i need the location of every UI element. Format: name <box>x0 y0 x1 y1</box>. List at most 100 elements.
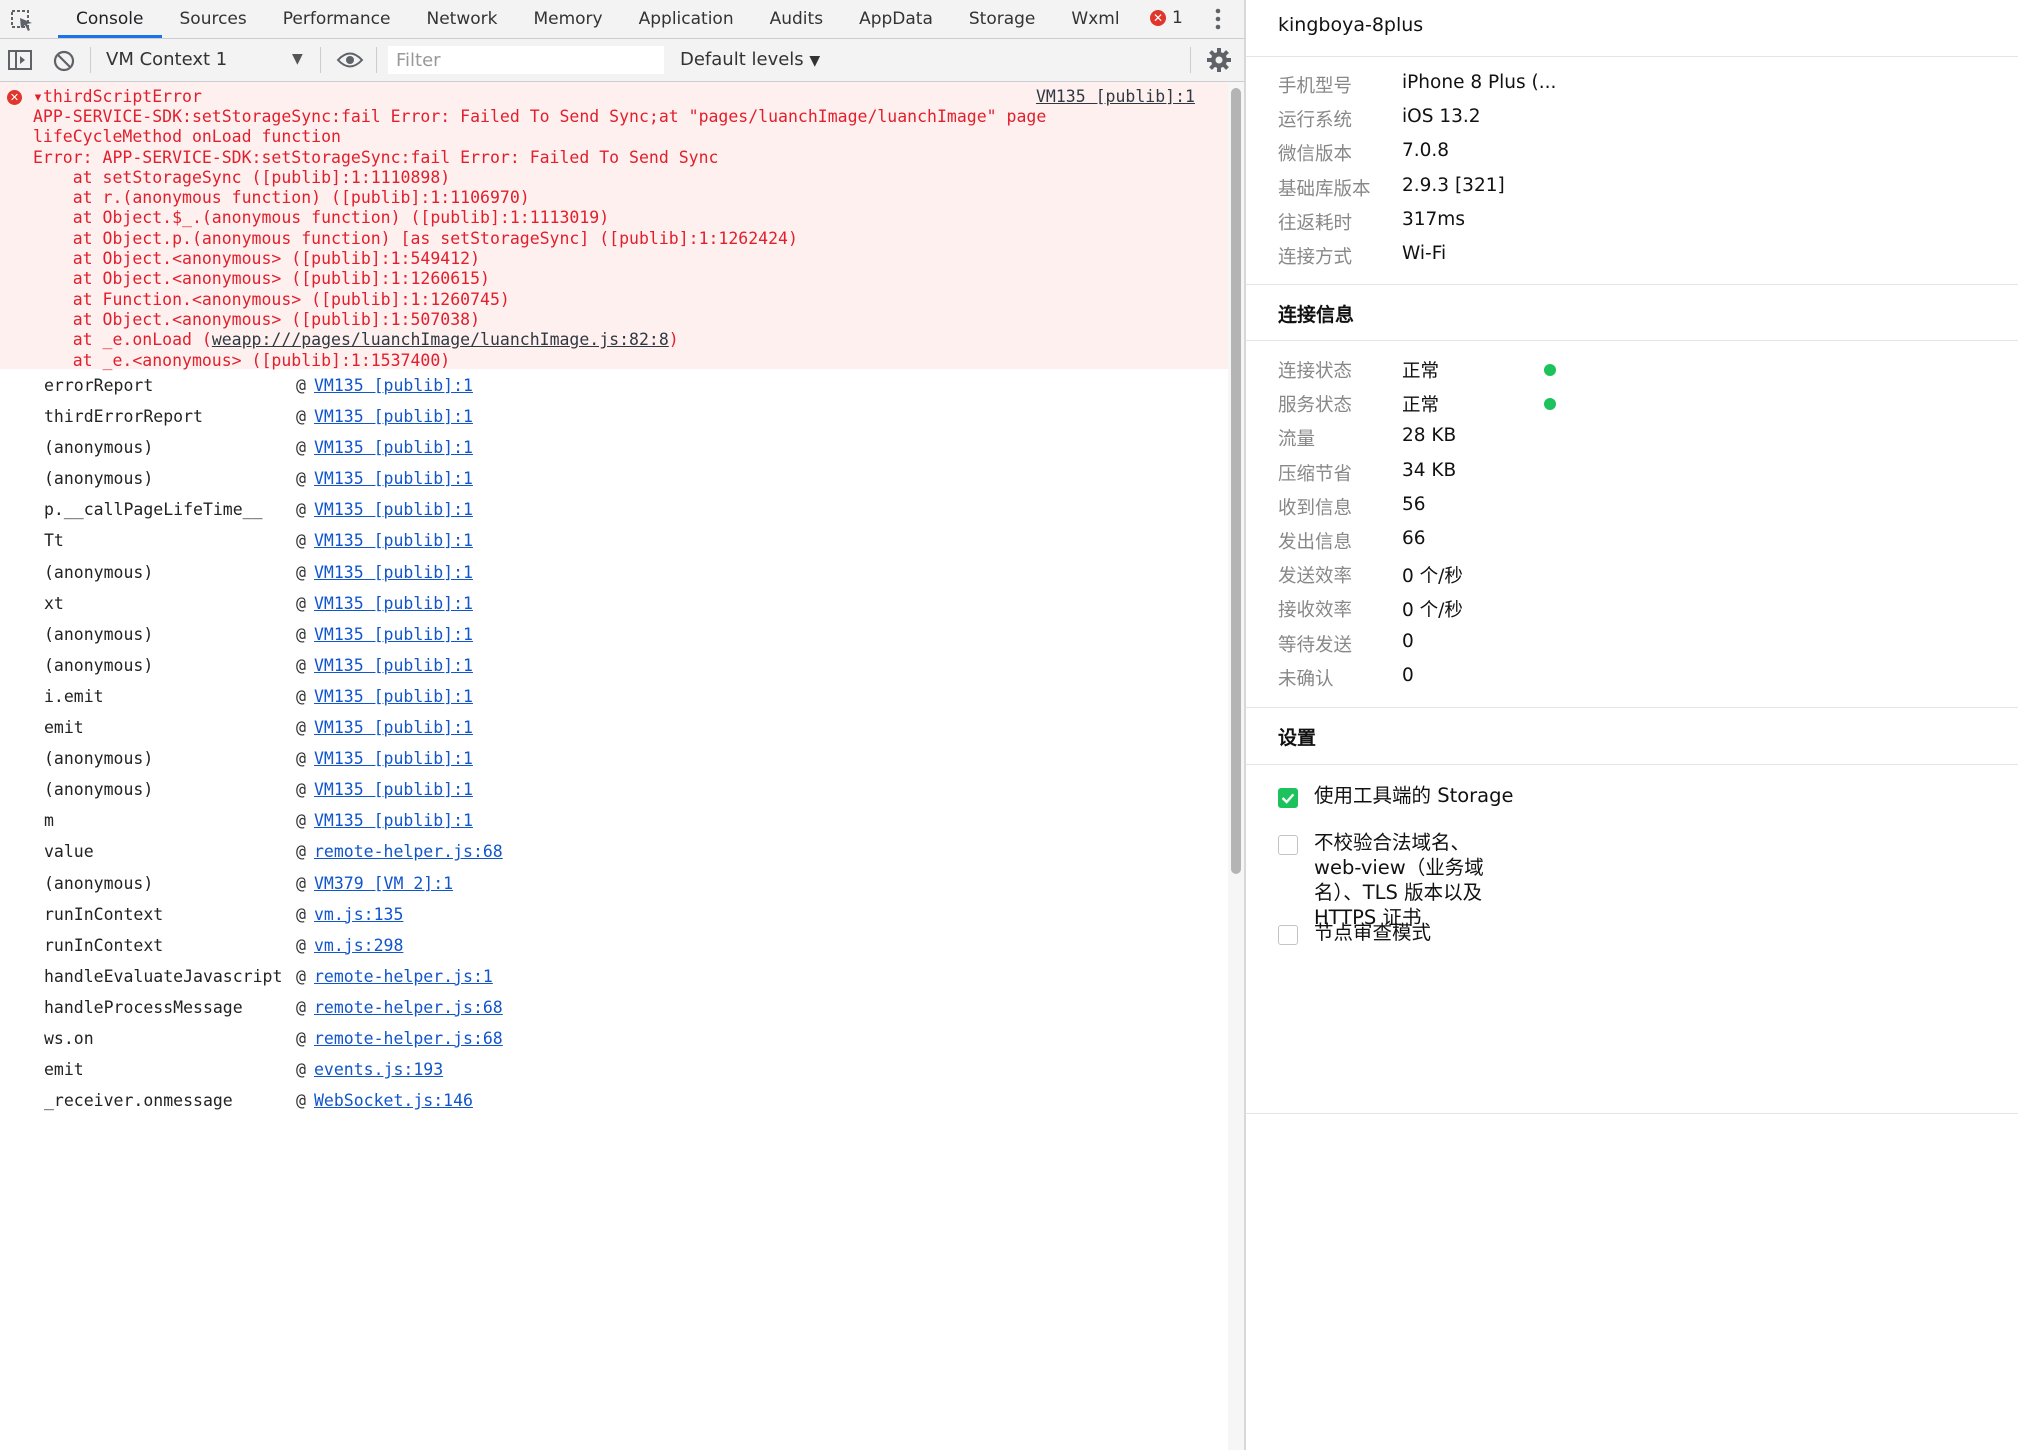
error-line-text: at Object.<anonymous> ([publib]:1:549412… <box>33 249 481 269</box>
console-output: ✕ ▾thirdScriptError VM135 [publib]:1 APP… <box>0 82 1228 1450</box>
info-value: 0 个/秒 <box>1402 600 1463 622</box>
stack-frame-location-link[interactable]: remote-helper.js:1 <box>314 967 493 986</box>
stack-frame-location-link[interactable]: WebSocket.js:146 <box>314 1091 473 1110</box>
setting-checkbox[interactable] <box>1278 925 1298 945</box>
error-line: at Object.p.(anonymous function) [as set… <box>33 229 1046 249</box>
chevron-down-icon[interactable]: ▼ <box>292 51 303 67</box>
stack-frame-location-link[interactable]: VM135 [publib]:1 <box>314 687 473 706</box>
at-sign: @ <box>296 966 306 986</box>
sidebar-toggle-icon[interactable] <box>8 49 32 71</box>
setting-label[interactable]: 使用工具端的 Storage <box>1314 783 1514 808</box>
devtools-panel: Console Sources Performance Network Memory Ap… <box>0 0 1244 1450</box>
connection-section-title: 连接信息 <box>1278 304 1355 326</box>
tab-audits[interactable]: Audits <box>752 0 841 38</box>
info-value: Wi-Fi <box>1402 243 1447 264</box>
stack-frame-location-link[interactable]: vm.js:298 <box>314 936 403 955</box>
stack-frame-location-link[interactable]: VM135 [publib]:1 <box>314 625 473 644</box>
source-link[interactable]: weapp:///pages/luanchImage/luanchImage.j… <box>212 330 669 349</box>
at-sign: @ <box>296 469 306 489</box>
setting-checkbox[interactable] <box>1278 835 1298 855</box>
filter-input[interactable] <box>388 46 664 74</box>
stack-frame-location-link[interactable]: VM135 [publib]:1 <box>314 376 473 395</box>
stack-frame: handleEvaluateJavascript @ remote-helper.j… <box>0 960 1228 991</box>
info-key: 发送效率 <box>1278 566 1353 588</box>
error-counter[interactable]: ✕ 1 <box>1150 8 1183 28</box>
status-ok-dot <box>1544 398 1556 411</box>
log-levels-label: Default levels <box>680 49 804 70</box>
disclosure-triangle-icon[interactable]: ▾ <box>33 87 43 106</box>
stack-frame: value @ remote-helper.js:68 <box>0 835 1228 866</box>
stack-frame-location-link[interactable]: events.js:193 <box>314 1060 443 1079</box>
error-body: APP-SERVICE-SDK:setStorageSync:fail Erro… <box>33 107 1046 371</box>
inspect-element-icon[interactable] <box>8 6 36 34</box>
tab-application[interactable]: Application <box>621 0 752 38</box>
error-source-link[interactable]: VM135 [publib]:1 <box>1036 87 1195 106</box>
device-info-panel: kingboya-8plus 手机型号 iPhone 8 Plus (... 运行系… <box>1246 0 2018 1450</box>
stack-frame-location-link[interactable]: VM379 [VM 2]:1 <box>314 874 453 893</box>
stack-frame: handleProcessMessage @ remote-helper.js:68 <box>0 991 1228 1022</box>
divider <box>1246 56 2018 57</box>
stack-frame-function: (anonymous) <box>44 438 154 458</box>
setting-label[interactable]: 节点审查模式 <box>1314 920 1514 945</box>
error-line: at _e.onLoad (weapp:///pages/luanchImage… <box>33 330 1046 350</box>
clear-console-icon[interactable] <box>52 49 76 73</box>
divider <box>1246 707 2018 708</box>
error-header[interactable]: ▾thirdScriptError <box>33 87 202 106</box>
at-sign: @ <box>296 376 306 395</box>
info-key: 基础库版本 <box>1278 178 1371 200</box>
stack-frame-location-link[interactable]: vm.js:135 <box>314 905 403 924</box>
status-ok-dot <box>1544 364 1556 376</box>
info-value: 317ms <box>1402 208 1465 230</box>
stack-frame-location-link[interactable]: VM135 [publib]:1 <box>314 656 473 675</box>
stack-frame-location-link[interactable]: VM135 [publib]:1 <box>314 811 473 830</box>
tab-console[interactable]: Console <box>58 0 162 38</box>
error-line: APP-SERVICE-SDK:setStorageSync:fail Erro… <box>33 107 1046 127</box>
stack-frame-location-link[interactable]: VM135 [publib]:1 <box>314 407 473 426</box>
setting-checkbox[interactable] <box>1278 788 1298 808</box>
toolbar-separator <box>320 47 321 73</box>
tab-performance[interactable]: Performance <box>265 0 409 38</box>
setting-label[interactable]: 不校验合法域名、web-view（业务域名）、TLS 版本以及 HTTPS 证书 <box>1314 830 1514 930</box>
tab-sources[interactable]: Sources <box>162 0 265 38</box>
at-sign: @ <box>296 1091 306 1111</box>
stack-frame-location-link[interactable]: VM135 [publib]:1 <box>314 469 473 488</box>
tab-wxml[interactable]: Wxml <box>1053 0 1137 38</box>
stack-frame-location-link[interactable]: VM135 [publib]:1 <box>314 531 473 550</box>
stack-frame-function: (anonymous) <box>44 562 154 582</box>
tab-memory[interactable]: Memory <box>515 0 620 38</box>
log-levels-dropdown[interactable]: Default levels ▼ <box>680 49 820 70</box>
stack-frame: (anonymous) @ VM135 [publib]:1 <box>0 618 1228 649</box>
stack-frame-location-link[interactable]: VM135 [publib]:1 <box>314 718 473 737</box>
gear-icon[interactable] <box>1206 47 1232 73</box>
error-line-text: at Object.p.(anonymous function) [as set… <box>33 228 798 248</box>
stack-frame-location-link[interactable]: VM135 [publib]:1 <box>314 438 473 457</box>
info-key: 微信版本 <box>1278 144 1353 166</box>
stack-frame-location-link[interactable]: remote-helper.js:68 <box>314 842 503 861</box>
stack-frame-location-link[interactable]: remote-helper.js:68 <box>314 1029 503 1048</box>
info-value: 28 KB <box>1402 425 1457 447</box>
eye-icon[interactable] <box>336 51 364 69</box>
info-key: 收到信息 <box>1278 497 1353 519</box>
toolbar-separator <box>376 47 377 73</box>
context-selector[interactable]: VM Context 1 <box>106 49 227 70</box>
tab-storage[interactable]: Storage <box>951 0 1054 38</box>
more-options-icon[interactable] <box>1208 6 1228 32</box>
error-icon: ✕ <box>7 90 22 105</box>
tab-network[interactable]: Network <box>408 0 515 38</box>
checkmark-icon <box>1281 793 1295 804</box>
stack-frame-location-link[interactable]: VM135 [publib]:1 <box>314 749 473 768</box>
stack-frame-location-link[interactable]: VM135 [publib]:1 <box>314 780 473 799</box>
stack-frame-location-link[interactable]: VM135 [publib]:1 <box>314 563 473 582</box>
divider <box>1246 284 2018 285</box>
stack-frame-location-link[interactable]: VM135 [publib]:1 <box>314 594 473 613</box>
console-scrollbar-thumb[interactable] <box>1231 88 1241 874</box>
stack-frame: p.__callPageLifeTime__ @ VM135 [publib]:1 <box>0 493 1228 524</box>
at-sign: @ <box>296 780 306 800</box>
at-sign: @ <box>296 873 306 893</box>
stack-frame-location-link[interactable]: remote-helper.js:68 <box>314 998 503 1017</box>
stack-frame-function: xt <box>44 593 64 613</box>
stack-frame-location-link[interactable]: VM135 [publib]:1 <box>314 500 473 519</box>
error-line-text: at Object.<anonymous> ([publib]:1:126061… <box>33 269 490 289</box>
error-line-text: APP-SERVICE-SDK:setStorageSync:fail Erro… <box>33 107 1047 126</box>
tab-appdata[interactable]: AppData <box>841 0 951 38</box>
